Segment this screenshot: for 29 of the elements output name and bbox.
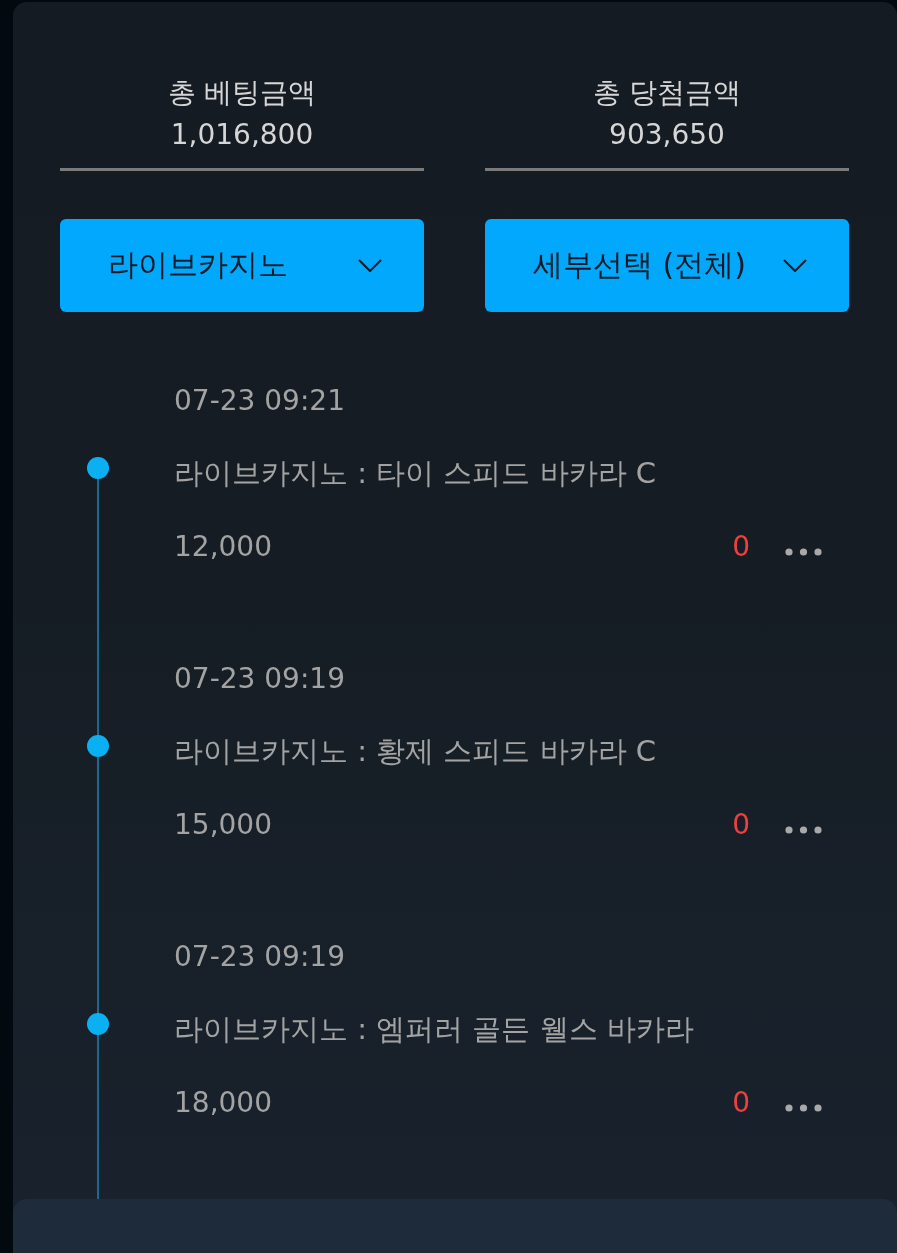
filter-dropdown[interactable]: 세부선택 (전체) (485, 219, 849, 312)
stat-label: 총 당첨금액 (591, 75, 743, 111)
entry-time: 07-23 09:19 (174, 661, 346, 697)
entry-time: 07-23 09:19 (174, 939, 346, 975)
entry-time: 07-23 09:21 (174, 383, 346, 419)
more-button[interactable] (785, 1103, 822, 1112)
entry-title: 라이브카지노 : 엠퍼러 골든 웰스 바카라 (174, 1011, 695, 1048)
entry-title: 라이브카지노 : 황제 스피드 바카라 C (174, 733, 658, 770)
timeline-dot (87, 735, 109, 757)
more-icon (785, 1103, 822, 1112)
stat-label: 총 베팅금액 (166, 75, 318, 111)
stat-value: 1,016,800 (169, 117, 315, 153)
bet-amount: 18,000 (174, 1084, 272, 1121)
win-amount: 0 (732, 806, 750, 843)
more-button[interactable] (785, 825, 822, 834)
stat-value: 903,650 (608, 117, 726, 153)
more-button[interactable] (785, 547, 822, 556)
timeline-dot (87, 457, 109, 479)
more-icon (785, 825, 822, 834)
bet-amount: 15,000 (174, 806, 272, 843)
timeline-dot (87, 1013, 109, 1035)
more-icon (785, 547, 822, 556)
chevron-down-icon (358, 259, 382, 272)
filter-dropdown[interactable]: 라이브카지노 (60, 219, 424, 312)
entry-title: 라이브카지노 : 타이 스피드 바카라 C (174, 455, 658, 492)
win-amount: 0 (732, 528, 750, 565)
chevron-down-icon (783, 259, 807, 272)
bet-amount: 12,000 (174, 528, 272, 565)
win-amount: 0 (732, 1084, 750, 1121)
